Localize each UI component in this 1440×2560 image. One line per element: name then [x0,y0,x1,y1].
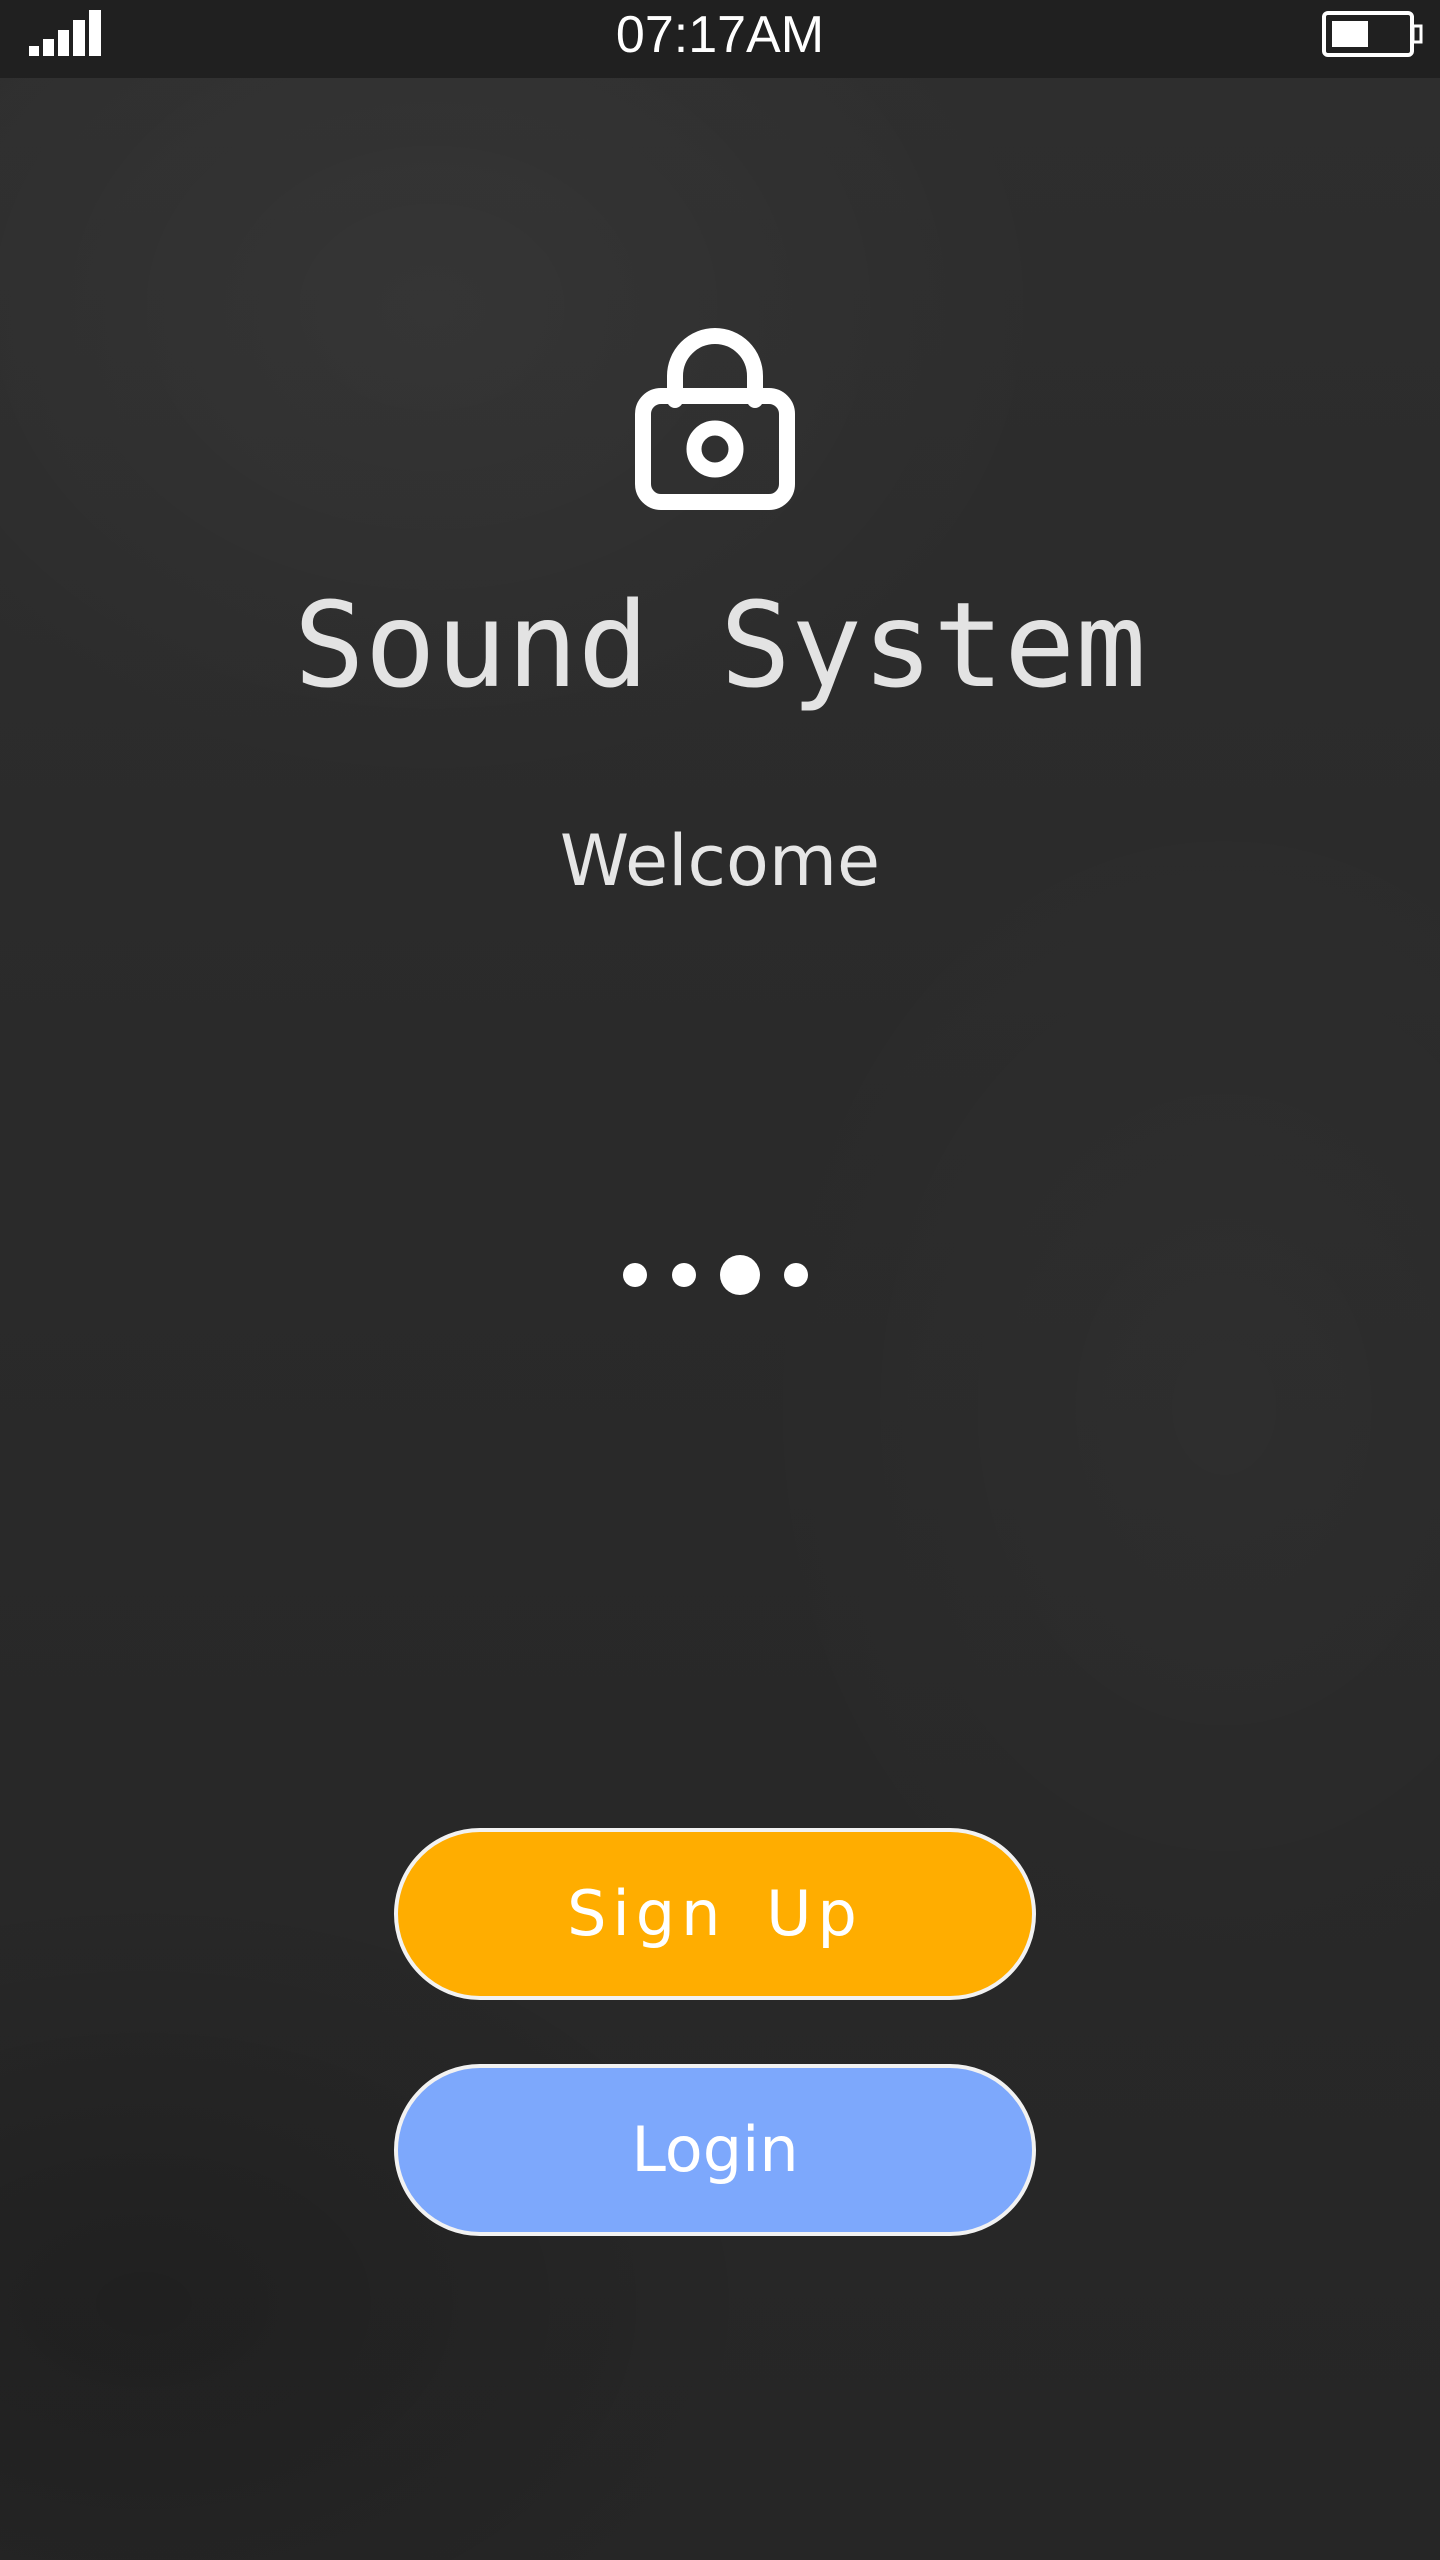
app-title: Sound System [293,576,1147,714]
lock-icon [635,328,795,510]
status-time: 07:17AM [615,6,825,64]
battery-icon [1322,11,1423,57]
battery-level-fill [1332,21,1368,47]
page-indicator [623,1255,808,1295]
page-dot [672,1263,696,1287]
welcome-screen: 07:17AM Sound System Welcome Sign Up Log… [0,0,1440,2560]
sign-up-button[interactable]: Sign Up [394,1828,1036,2000]
welcome-text: Welcome [559,820,881,902]
page-dot [623,1263,647,1287]
page-dot [784,1263,808,1287]
page-dot-active [720,1255,760,1295]
status-bar: 07:17AM [0,0,1440,78]
login-button[interactable]: Login [394,2064,1036,2236]
